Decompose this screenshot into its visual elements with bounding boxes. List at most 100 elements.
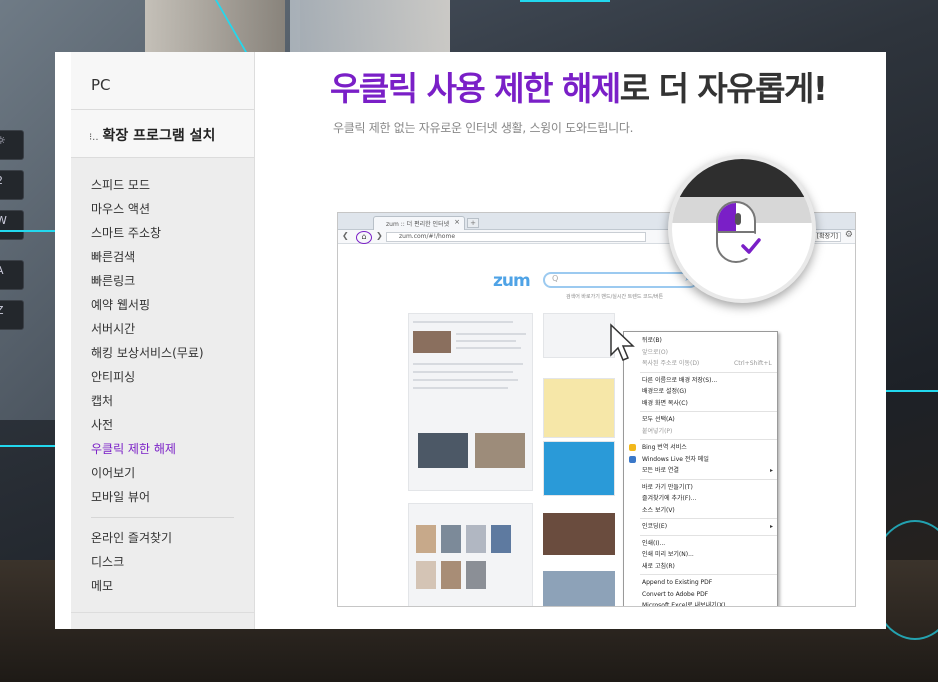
sidebar-item[interactable]: 메모	[91, 574, 254, 598]
sidebar-item[interactable]: 빠른링크	[91, 269, 254, 293]
menu-separator	[640, 534, 777, 536]
context-menu-item[interactable]: 인코딩(E) ▸	[624, 521, 777, 533]
context-menu-item[interactable]: 다른 이름으로 배경 저장(S)...	[624, 375, 777, 387]
photo-thumbnail	[145, 0, 285, 52]
context-menu-label: Bing 번역 서비스	[642, 444, 687, 451]
menu-separator	[640, 439, 777, 440]
sidebar-extension-header[interactable]: ⁝.. 확장 프로그램 설치	[71, 110, 254, 158]
context-menu-item[interactable]: Bing 번역 서비스	[624, 442, 777, 454]
text-line	[456, 340, 516, 342]
extension-title: 확장 프로그램 설치	[102, 128, 216, 144]
context-menu-item[interactable]: 모든 바로 연결 ▸	[624, 465, 777, 477]
context-menu-label: Windows Live 전자 메일	[642, 455, 709, 463]
context-menu-label: 인코딩(E)	[642, 523, 668, 530]
context-menu-item[interactable]: 인쇄(I)...	[624, 538, 777, 550]
page-subtitle: 우클릭 제한 없는 자유로운 인터넷 생활, 스윙이 도와드립니다.	[333, 121, 634, 135]
menu-separator	[640, 574, 777, 575]
context-menu-item[interactable]: 즐겨찾기에 추가(F)...	[624, 493, 777, 505]
context-menu-item[interactable]: Windows Live 전자 메일	[624, 454, 777, 466]
sidebar-item[interactable]: 안티피싱	[91, 365, 254, 389]
sidebar-item[interactable]: 디스크	[91, 550, 254, 574]
context-menu-item[interactable]: 배경으로 설정(G)	[624, 386, 777, 398]
sidebar-divider	[91, 517, 234, 518]
login-block	[543, 313, 615, 358]
sidebar-item[interactable]: 모바일 뷰어	[91, 485, 254, 509]
context-menu-item[interactable]: Convert to Adobe PDF	[624, 589, 777, 601]
product-thumbnail	[466, 561, 486, 589]
sidebar: PC ⁝.. 확장 프로그램 설치 스피드 모드 마우스 액션 스마트 주소창 빠른검색…	[71, 52, 255, 629]
mail-icon	[629, 455, 636, 463]
new-tab-button[interactable]: +	[467, 218, 479, 228]
text-line	[456, 347, 521, 349]
sidebar-item[interactable]: 캡처	[91, 389, 254, 413]
shopping-block	[408, 503, 533, 606]
menu-separator	[640, 478, 777, 480]
product-thumbnail	[441, 561, 461, 589]
sidebar-item[interactable]: 스피드 모드	[91, 173, 254, 197]
context-menu-item[interactable]: 새로 고침(R)	[624, 561, 777, 573]
sidebar-item[interactable]: 서버시간	[91, 317, 254, 341]
sidebar-item[interactable]: 온라인 즐겨찾기	[91, 526, 254, 550]
sidebar-item[interactable]: 사전	[91, 413, 254, 437]
text-line	[413, 387, 508, 389]
magnifier-bubble	[668, 155, 816, 303]
back-arrow-icon[interactable]: ❮	[342, 231, 349, 240]
shortcut-label: Ctrl+Shift+L	[734, 360, 772, 367]
context-menu-label: 복사된 주소로 이동(D)	[642, 360, 700, 367]
browser-tab[interactable]: zum :: 더 편리한 인터넷 ×	[373, 216, 465, 230]
photo-thumbnail	[543, 571, 615, 606]
context-menu-item[interactable]: Microsoft Excel로 내보내기(X)	[624, 600, 777, 606]
photo-thumbnail	[290, 0, 450, 52]
text-line	[456, 333, 526, 335]
close-icon[interactable]: ×	[454, 218, 460, 226]
context-menu-item[interactable]: 복사된 주소로 이동(D) Ctrl+Shift+L	[624, 358, 777, 370]
context-menu-item[interactable]: 뒤로(B)	[624, 335, 777, 347]
sidebar-item[interactable]: 예약 웹서핑	[91, 293, 254, 317]
context-menu-label: 다른 이름으로 배경 저장(S)...	[642, 376, 718, 384]
sidebar-item[interactable]: 스마트 주소창	[91, 221, 254, 245]
context-menu-label: Convert to Adobe PDF	[642, 590, 709, 598]
home-icon[interactable]: ⌂	[356, 231, 372, 244]
product-thumbnail	[416, 525, 436, 553]
mouse-cursor-icon	[610, 323, 635, 361]
sidebar-item[interactable]: 빠른검색	[91, 245, 254, 269]
menu-separator	[640, 518, 777, 519]
text-line	[413, 321, 513, 323]
sidebar-item[interactable]: 이어보기	[91, 461, 254, 485]
sidebar-menu: 스피드 모드 마우스 액션 스마트 주소창 빠른검색 빠른링크 예약 웹서핑 서버시간 해킹 …	[71, 158, 254, 509]
forward-arrow-icon[interactable]: ❯	[376, 231, 383, 240]
context-menu-item[interactable]: 배경 화면 복사(C)	[624, 398, 777, 410]
sidebar-divider	[71, 612, 255, 613]
gear-icon[interactable]: ⚙	[845, 230, 853, 240]
sidebar-menu-secondary: 온라인 즐겨찾기 디스크 메모	[71, 526, 254, 598]
context-menu-item[interactable]: 모두 선택(A)	[624, 414, 777, 426]
context-menu-item[interactable]: 인쇄 미리 보기(N)...	[624, 549, 777, 561]
context-menu-item[interactable]: 소스 보기(V)	[624, 505, 777, 517]
addons-button[interactable]: [확장기]	[813, 232, 841, 242]
main-content: 우클릭 사용 제한 해제로 더 자유롭게! 우클릭 제한 없는 자유로운 인터넷…	[255, 52, 886, 629]
context-menu-item[interactable]: Append to Existing PDF	[624, 577, 777, 589]
check-icon	[738, 233, 764, 259]
sidebar-item[interactable]: 해킹 보상서비스(무료)	[91, 341, 254, 365]
sidebar-pc-header[interactable]: PC	[71, 52, 254, 110]
context-menu-label: 즐겨찾기에 추가(F)...	[642, 495, 697, 502]
context-menu-label: 인쇄 미리 보기(N)...	[642, 551, 694, 558]
sidebar-item[interactable]: 우클릭 제한 해제	[91, 437, 254, 461]
photo-thumbnail	[543, 513, 615, 555]
text-line	[413, 363, 523, 365]
zum-search-input[interactable]: Q ⌕	[543, 272, 698, 288]
product-thumbnail	[416, 561, 436, 589]
zum-logo: zum	[493, 271, 531, 291]
context-menu-item[interactable]: 앞으로(O)	[624, 347, 777, 359]
banner-block	[543, 441, 615, 496]
sidebar-item[interactable]: 마우스 액션	[91, 197, 254, 221]
context-menu-label: 바로 가기 만들기(T)	[642, 483, 693, 491]
address-bar[interactable]: zum.com/#!/home	[386, 232, 646, 242]
page-title: 우클릭 사용 제한 해제로 더 자유롭게!	[330, 62, 828, 110]
news-thumbnail	[413, 331, 451, 353]
context-menu-item[interactable]: 바로 가기 만들기(T)	[624, 482, 777, 494]
browser-tab-title: zum :: 더 편리한 인터넷	[386, 221, 450, 228]
menu-separator	[640, 411, 777, 412]
context-menu-item[interactable]: 붙여넣기(P)	[624, 426, 777, 438]
context-menu-label: 배경 화면 복사(C)	[642, 399, 688, 407]
